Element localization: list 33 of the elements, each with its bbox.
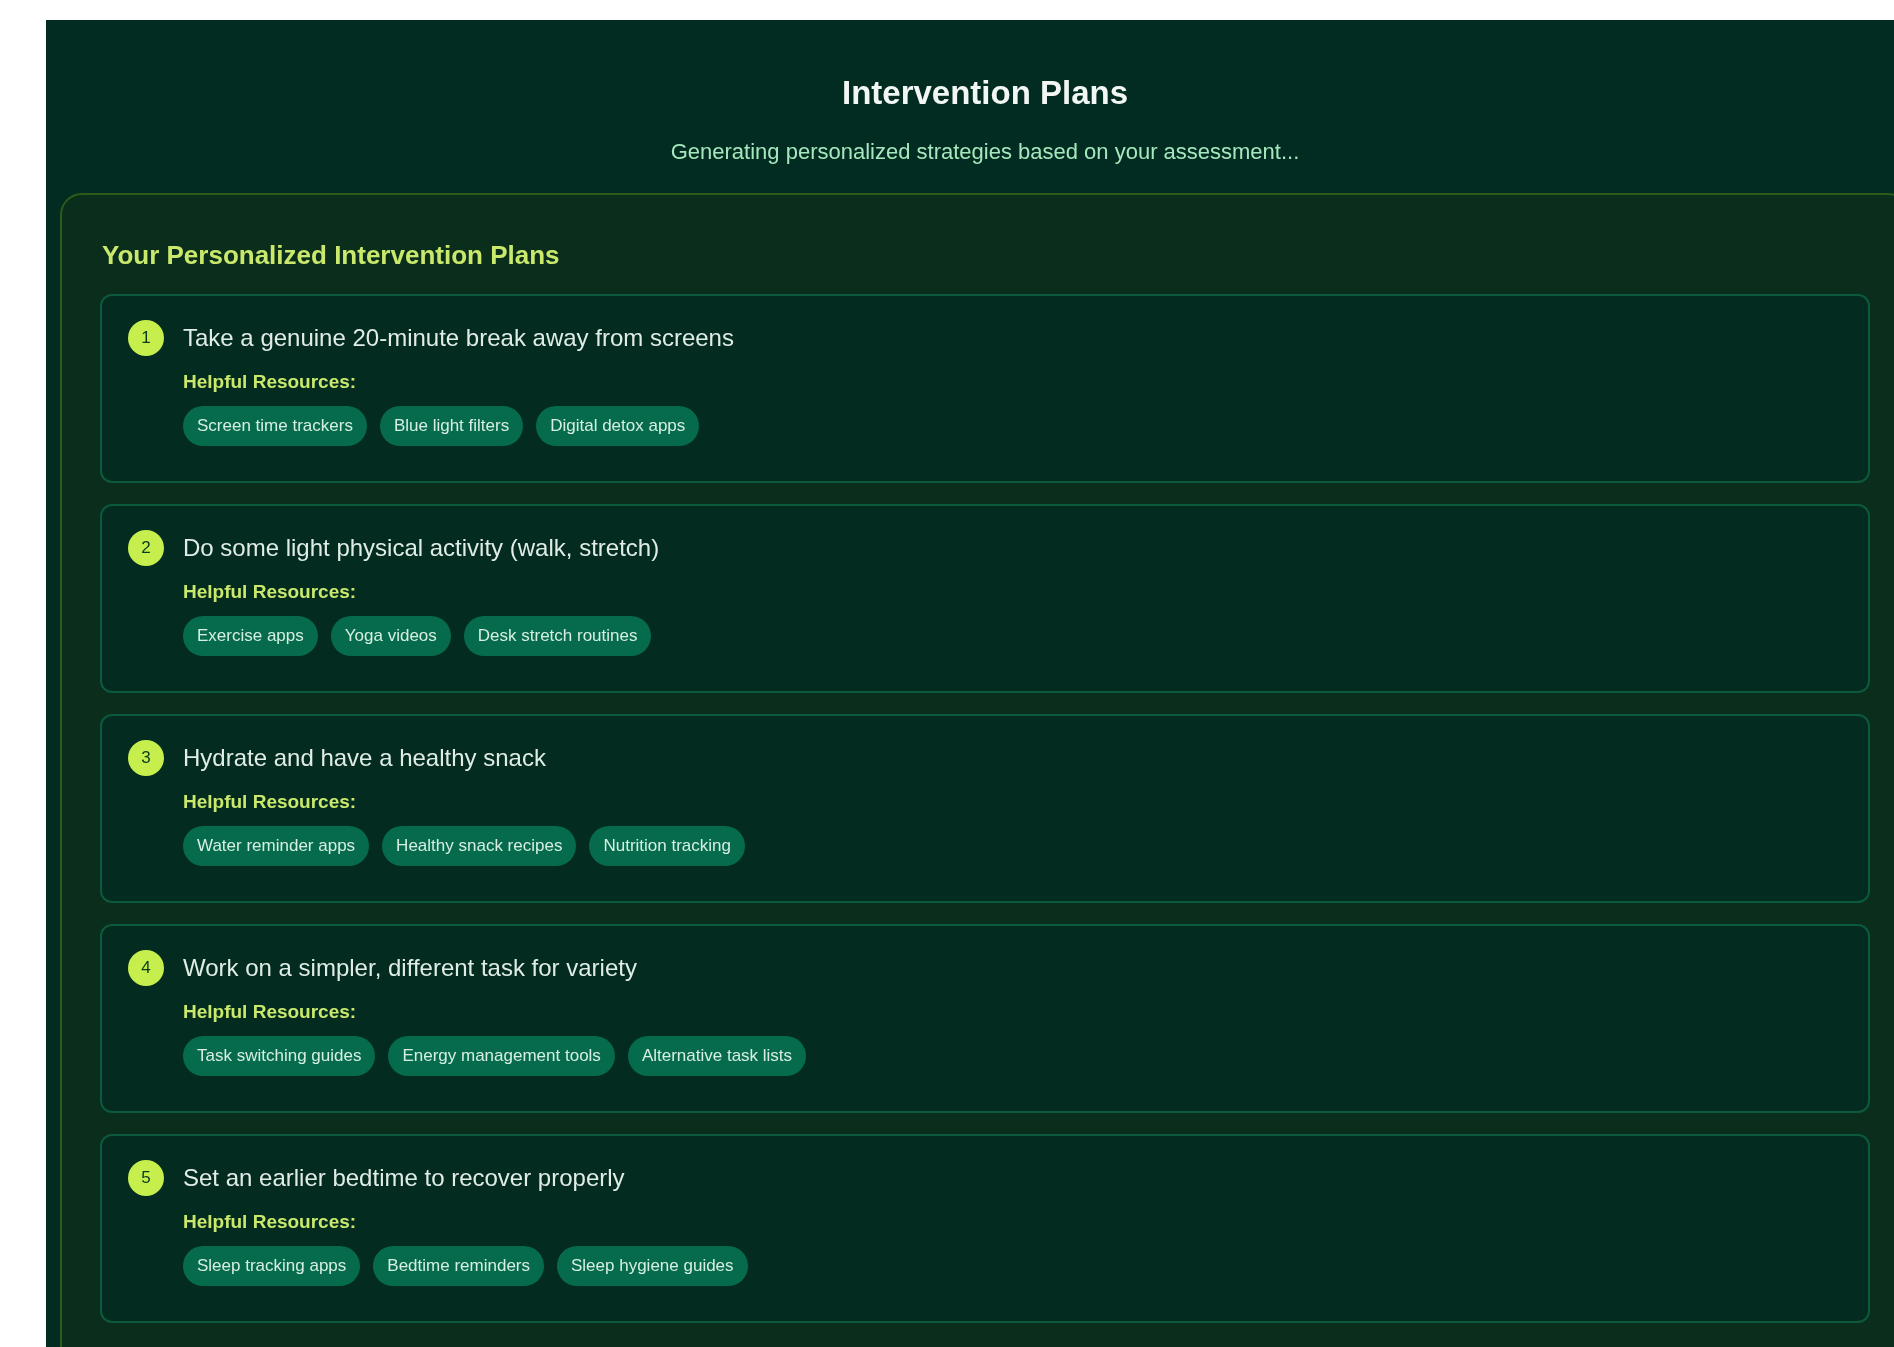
resource-tag: Desk stretch routines [463, 616, 652, 656]
plan-title: Take a genuine 20-minute break away from screens [183, 323, 734, 353]
resource-tag: Bedtime reminders [373, 1246, 544, 1286]
resource-tag: Sleep tracking apps [183, 1246, 361, 1286]
resource-tag: Sleep hygiene guides [557, 1246, 748, 1286]
step-number: 5 [128, 1160, 164, 1196]
resources-label: Helpful Resources: [183, 1210, 358, 1234]
resource-tag: Healthy snack recipes [382, 826, 577, 866]
resource-tag: Yoga videos [330, 616, 451, 656]
step-number: 4 [128, 950, 164, 986]
resource-tag: Digital detox apps [536, 406, 700, 446]
resources-label: Helpful Resources: [183, 580, 358, 604]
resources-label: Helpful Resources: [183, 370, 358, 394]
step-number: 2 [128, 530, 164, 566]
resource-tag: Exercise apps [183, 616, 318, 656]
step-number: 1 [128, 320, 164, 356]
resource-tag: Water reminder apps [183, 826, 370, 866]
resource-tag: Screen time trackers [183, 406, 367, 446]
resource-tag: Task switching guides [183, 1036, 376, 1076]
page-title: Intervention Plans [840, 73, 1130, 113]
status-text: Generating personalized strategies based on your assessment... [669, 138, 1301, 166]
plan-title: Set an earlier bedtime to recover properly [183, 1163, 625, 1193]
resources-label: Helpful Resources: [183, 790, 358, 814]
resources-label: Helpful Resources: [183, 1000, 358, 1024]
plan-title: Hydrate and have a healthy snack [183, 743, 546, 773]
card-heading: Your Personalized Intervention Plans [102, 239, 561, 272]
resource-tag: Nutrition tracking [589, 826, 745, 866]
plan-title: Do some light physical activity (walk, stretch) [183, 533, 660, 563]
plan-title: Work on a simpler, different task for variety [183, 953, 637, 983]
resource-tag: Alternative task lists [627, 1036, 807, 1076]
resource-tag: Energy management tools [388, 1036, 615, 1076]
resource-tag: Blue light filters [379, 406, 524, 446]
step-number: 3 [128, 740, 164, 776]
